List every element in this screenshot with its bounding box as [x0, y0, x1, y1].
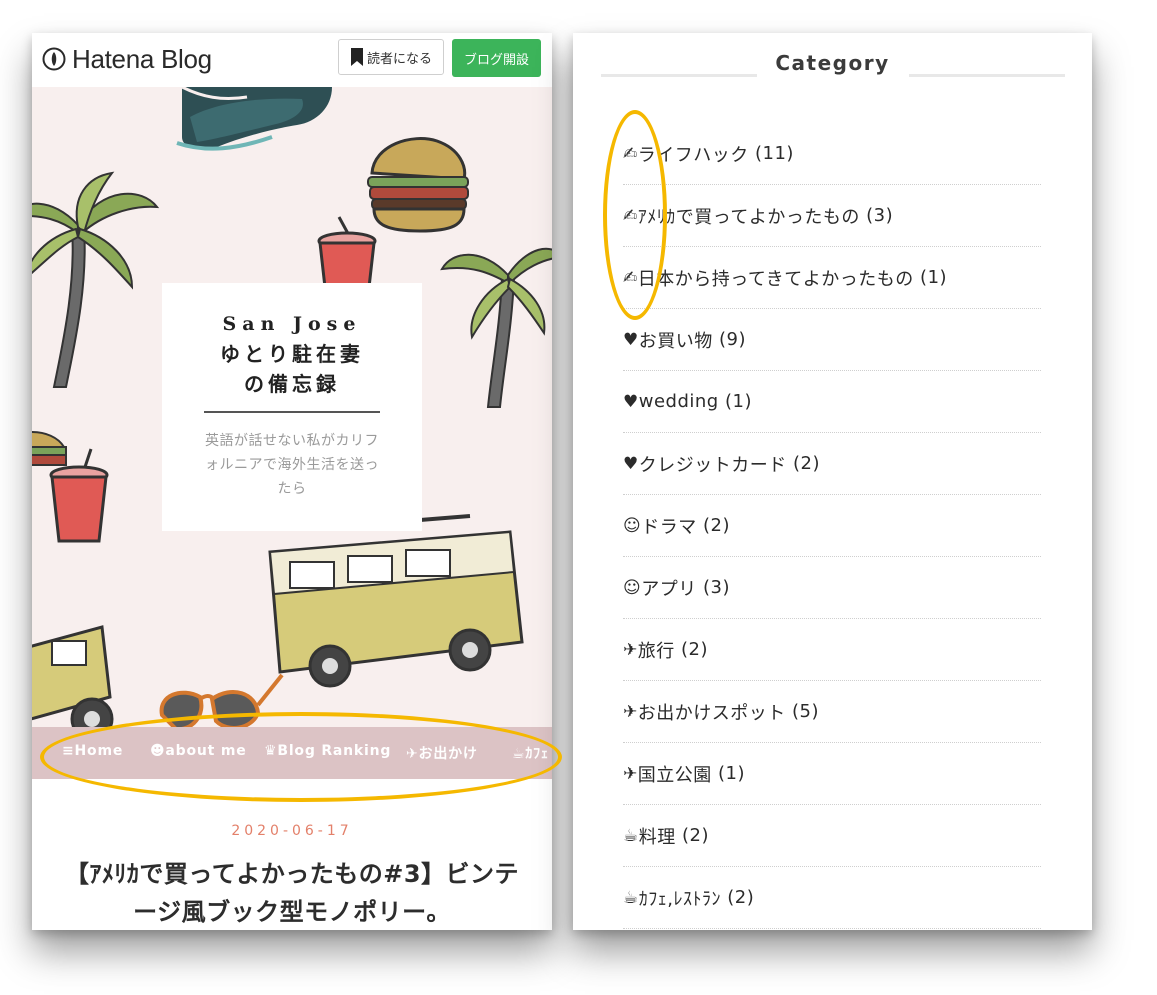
category-count: (2)	[680, 639, 708, 660]
category-label: ｶﾌｪ,ﾚｽﾄﾗﾝ	[638, 888, 721, 910]
category-icon-highlight-oval	[603, 110, 667, 320]
airplane-icon: ✈	[623, 701, 638, 722]
top-bar: Hatena Blog 読者になる ブログ開設	[32, 33, 552, 87]
palm-tree-right	[440, 247, 552, 408]
open-blog-button[interactable]: ブログ開設	[452, 39, 541, 77]
category-item[interactable]: ✍ ｱﾒﾘｶで買ってよかったもの (3)	[623, 185, 1041, 247]
category-count: (1)	[717, 763, 745, 784]
category-count: (2)	[792, 453, 820, 474]
post-date: 2020-06-17	[231, 823, 353, 839]
blog-title-line3: の備忘録	[244, 372, 340, 396]
category-heading: Category	[573, 51, 1092, 79]
category-count: (1)	[920, 267, 948, 288]
blog-title-card[interactable]: San Jose ゆとり駐在妻 の備忘録 英語が話せない私がカリフォルニアで海外…	[162, 283, 422, 531]
airplane-icon: ✈	[623, 639, 638, 660]
category-label: ｱﾒﾘｶで買ってよかったもの	[637, 206, 860, 228]
category-item[interactable]: ☺ アプリ (3)	[623, 557, 1041, 619]
category-label: wedding	[638, 391, 719, 412]
category-item[interactable]: ♥ お買い物 (9)	[623, 309, 1041, 371]
logo-text: Hatena Blog	[72, 43, 212, 74]
category-item[interactable]: ♥ クレジットカード (2)	[623, 433, 1041, 495]
category-label: 料理	[638, 826, 676, 848]
blog-header-image: San Jose ゆとり駐在妻 の備忘録 英語が話せない私がカリフォルニアで海外…	[32, 87, 552, 727]
category-item[interactable]: ☕ ｶﾌｪ,ﾚｽﾄﾗﾝ (2)	[623, 867, 1041, 929]
category-count: (3)	[702, 577, 730, 598]
nav-highlight-oval	[40, 712, 562, 802]
category-count: (3)	[866, 205, 894, 226]
category-label: 日本から持ってきてよかったもの	[637, 268, 914, 290]
category-item[interactable]: ✈ 旅行 (2)	[623, 619, 1041, 681]
title-divider	[204, 411, 380, 413]
blog-title-line2: ゆとり駐在妻	[220, 342, 364, 366]
heart-icon: ♥	[623, 391, 639, 412]
coffee-icon: ☕	[623, 825, 639, 846]
category-count: (2)	[727, 887, 755, 908]
category-item[interactable]: ✍ ライフハック (11)	[623, 123, 1041, 185]
blog-subtitle: 英語が話せない私がカリフォルニアで海外生活を送ったら	[205, 433, 379, 497]
airplane-icon: ✈	[623, 763, 638, 784]
post-title[interactable]: 【ｱﾒﾘｶで買ってよかったもの#3】ビンテージ風ブック型モノポリー。	[56, 855, 528, 930]
category-count: (1)	[724, 391, 752, 412]
burger-left-edge	[32, 431, 67, 466]
heart-icon: ♥	[623, 329, 639, 350]
category-item[interactable]: ♥ wedding (1)	[623, 371, 1041, 433]
category-list: ✍ ライフハック (11) ✍ ｱﾒﾘｶで買ってよかったもの (3) ✍ 日本から持っ…	[623, 123, 1041, 929]
category-label: お買い物	[638, 330, 713, 352]
category-item[interactable]: ☺ ドラマ (2)	[623, 495, 1041, 557]
category-label: 国立公園	[637, 764, 712, 786]
smiley-icon: ☺	[623, 515, 642, 536]
smiley-icon: ☺	[623, 577, 642, 598]
category-label: アプリ	[641, 578, 697, 600]
category-item[interactable]: ✈ 国立公園 (1)	[623, 743, 1041, 805]
category-count: (11)	[754, 143, 794, 164]
subscribe-button[interactable]: 読者になる	[338, 39, 444, 75]
coffee-icon: ☕	[623, 887, 639, 908]
category-item[interactable]: ☕ 料理 (2)	[623, 805, 1041, 867]
category-label: ドラマ	[641, 516, 697, 538]
category-item[interactable]: ✍ 日本から持ってきてよかったもの (1)	[623, 247, 1041, 309]
category-count: (2)	[702, 515, 730, 536]
burger-illustration	[367, 137, 469, 233]
category-count: (2)	[681, 825, 709, 846]
hatena-blog-logo[interactable]: Hatena Blog	[42, 43, 212, 75]
van-left-illustration	[32, 625, 114, 727]
category-count: (5)	[791, 701, 819, 722]
heart-icon: ♥	[623, 453, 639, 474]
category-count: (9)	[718, 329, 746, 350]
category-label: クレジットカード	[638, 454, 787, 476]
category-label: お出かけスポット	[637, 702, 786, 724]
category-item[interactable]: ✈ お出かけスポット (5)	[623, 681, 1041, 743]
category-label: 旅行	[637, 640, 675, 662]
palm-tree-left	[32, 171, 160, 388]
van-illustration	[268, 514, 524, 688]
open-blog-label: ブログ開設	[463, 52, 529, 68]
bookmark-icon	[350, 48, 363, 66]
subscribe-label: 読者になる	[366, 51, 432, 67]
category-title: Category	[775, 51, 890, 75]
blog-title-line1: San Jose	[222, 313, 362, 335]
hatena-logo-icon	[42, 47, 66, 71]
wave-illustration	[176, 87, 332, 151]
